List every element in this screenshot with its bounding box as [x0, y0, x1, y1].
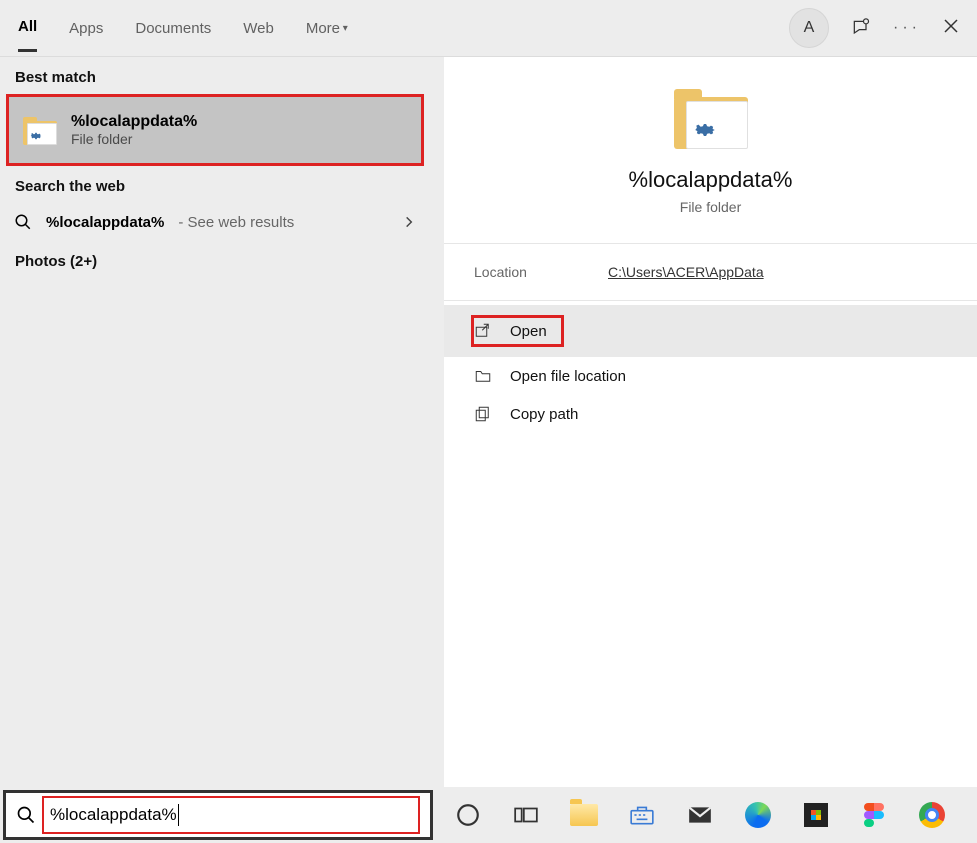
file-explorer-icon[interactable] — [570, 801, 598, 829]
more-options-icon[interactable]: ··· — [893, 19, 921, 37]
microsoft-store-icon[interactable] — [802, 801, 830, 829]
action-open-file-location[interactable]: Open file location — [444, 357, 977, 395]
search-input[interactable]: %localappdata% — [42, 796, 420, 834]
header-actions: A ··· — [789, 8, 959, 48]
chrome-icon[interactable] — [918, 801, 946, 829]
feedback-icon[interactable] — [851, 18, 871, 38]
edge-icon[interactable] — [744, 801, 772, 829]
action-copy-path[interactable]: Copy path — [444, 395, 977, 433]
action-open-location-label: Open file location — [510, 368, 626, 385]
web-result-suffix: - See web results — [178, 214, 294, 231]
on-screen-keyboard-icon[interactable] — [628, 801, 656, 829]
preview-subtitle: File folder — [680, 199, 741, 215]
results-column: Best match %localappdata% File folder Se… — [0, 57, 430, 787]
location-label: Location — [474, 264, 608, 280]
best-match-subtitle: File folder — [71, 131, 197, 147]
action-list: Open Open file location Copy path — [444, 301, 977, 433]
open-icon — [474, 322, 492, 340]
web-result-row[interactable]: %localappdata% - See web results — [0, 203, 430, 241]
preview-title: %localappdata% — [629, 167, 793, 193]
cortana-icon[interactable] — [454, 801, 482, 829]
action-open-label: Open — [510, 323, 547, 340]
best-match-text: %localappdata% File folder — [71, 113, 197, 147]
search-web-header: Search the web — [0, 166, 430, 203]
taskbar — [436, 787, 977, 843]
best-match-result[interactable]: %localappdata% File folder — [6, 94, 424, 166]
mail-icon[interactable] — [686, 801, 714, 829]
tab-apps[interactable]: Apps — [69, 6, 103, 51]
search-input-value: %localappdata% — [50, 805, 177, 825]
location-row: Location C:\Users\ACER\AppData — [444, 244, 977, 301]
filter-tabs: All Apps Documents Web More — [18, 4, 348, 52]
best-match-title: %localappdata% — [71, 113, 197, 131]
best-match-header: Best match — [0, 57, 430, 94]
tab-more[interactable]: More — [306, 6, 348, 51]
preview-header: %localappdata% File folder — [444, 57, 977, 244]
tab-documents[interactable]: Documents — [135, 6, 211, 51]
folder-icon — [23, 115, 57, 145]
search-box[interactable]: %localappdata% — [3, 790, 433, 840]
photos-header[interactable]: Photos (2+) — [0, 241, 430, 278]
folder-location-icon — [474, 367, 492, 385]
task-view-icon[interactable] — [512, 801, 540, 829]
user-avatar[interactable]: A — [789, 8, 829, 48]
folder-icon-large — [674, 85, 748, 149]
web-result-query: %localappdata% — [46, 214, 164, 231]
action-copy-path-label: Copy path — [510, 406, 578, 423]
chevron-right-icon — [402, 215, 416, 229]
search-icon — [14, 213, 32, 231]
tab-web[interactable]: Web — [243, 6, 274, 51]
location-path[interactable]: C:\Users\ACER\AppData — [608, 264, 764, 280]
close-button[interactable] — [943, 18, 959, 39]
search-body: Best match %localappdata% File folder Se… — [0, 57, 977, 787]
tab-all[interactable]: All — [18, 4, 37, 52]
copy-icon — [474, 405, 492, 423]
bottom-bar: %localappdata% — [0, 787, 977, 843]
figma-icon[interactable] — [860, 801, 888, 829]
preview-pane: %localappdata% File folder Location C:\U… — [444, 57, 977, 787]
action-open[interactable]: Open — [444, 305, 977, 357]
search-icon — [16, 805, 36, 825]
search-header: All Apps Documents Web More A ··· — [0, 0, 977, 57]
